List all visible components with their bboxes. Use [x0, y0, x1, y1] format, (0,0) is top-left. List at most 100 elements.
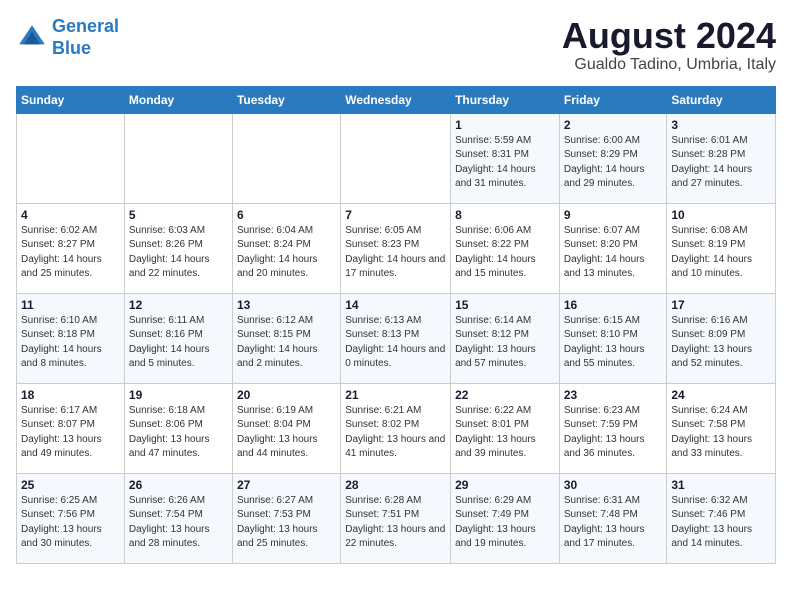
weekday-header-thursday: Thursday [451, 86, 560, 113]
title-block: August 2024 Gualdo Tadino, Umbria, Italy [562, 16, 776, 74]
calendar-cell: 14 Sunrise: 6:13 AM Sunset: 8:13 PM Dayli… [341, 293, 451, 383]
day-number: 23 [564, 388, 663, 402]
logo: General Blue [16, 16, 119, 59]
day-info: Sunrise: 6:25 AM Sunset: 7:56 PM Dayligh… [21, 494, 120, 552]
day-number: 2 [564, 118, 663, 132]
day-number: 15 [455, 298, 555, 312]
calendar-week-row: 18Sunrise: 6:17 AM Sunset: 8:07 PM Dayli… [17, 383, 776, 473]
day-number: 31 [671, 478, 771, 492]
calendar-cell [232, 113, 340, 203]
day-number: 27 [237, 478, 336, 492]
day-number: 14 [345, 298, 446, 312]
calendar-header: SundayMondayTuesdayWednesdayThursdayFrid… [17, 86, 776, 113]
calendar-cell: 3Sunrise: 6:01 AM Sunset: 8:28 PM Daylig… [667, 113, 776, 203]
day-info: Sunrise: 6:27 AM Sunset: 7:53 PM Dayligh… [237, 494, 336, 552]
day-info: Sunrise: 6:08 AM Sunset: 8:19 PM Dayligh… [671, 224, 771, 282]
day-number: 25 [21, 478, 120, 492]
calendar-cell: 17 Sunrise: 6:16 AM Sunset: 8:09 PM Dayli… [667, 293, 776, 383]
calendar-cell: 2Sunrise: 6:00 AM Sunset: 8:29 PM Daylig… [559, 113, 667, 203]
day-info: Sunrise: 6:15 AM Sunset: 8:10 PM Dayligh… [564, 314, 663, 372]
calendar-cell: 23Sunrise: 6:23 AM Sunset: 7:59 PM Dayli… [559, 383, 667, 473]
calendar-week-row: 25 Sunrise: 6:25 AM Sunset: 7:56 PM Dayli… [17, 473, 776, 563]
day-info: Sunrise: 6:32 AM Sunset: 7:46 PM Dayligh… [671, 494, 771, 552]
day-number: 30 [564, 478, 663, 492]
calendar-cell: 8 Sunrise: 6:06 AM Sunset: 8:22 PM Daylig… [451, 203, 560, 293]
calendar-cell: 30 Sunrise: 6:31 AM Sunset: 7:48 PM Dayli… [559, 473, 667, 563]
day-info: Sunrise: 6:16 AM Sunset: 8:09 PM Dayligh… [671, 314, 771, 372]
calendar-cell: 21Sunrise: 6:21 AM Sunset: 8:02 PM Dayli… [341, 383, 451, 473]
day-number: 1 [455, 118, 555, 132]
day-info: Sunrise: 6:26 AM Sunset: 7:54 PM Dayligh… [129, 494, 228, 552]
day-info: Sunrise: 6:29 AM Sunset: 7:49 PM Dayligh… [455, 494, 555, 552]
month-year-title: August 2024 [562, 16, 776, 56]
day-info: Sunrise: 5:59 AM Sunset: 8:31 PM Dayligh… [455, 134, 555, 192]
day-number: 4 [21, 208, 120, 222]
calendar-cell: 31 Sunrise: 6:32 AM Sunset: 7:46 PM Dayli… [667, 473, 776, 563]
weekday-header-monday: Monday [124, 86, 232, 113]
day-number: 9 [564, 208, 663, 222]
weekday-header-tuesday: Tuesday [232, 86, 340, 113]
weekday-header-saturday: Saturday [667, 86, 776, 113]
day-number: 21 [345, 388, 446, 402]
calendar-cell: 29Sunrise: 6:29 AM Sunset: 7:49 PM Dayli… [451, 473, 560, 563]
weekday-header-friday: Friday [559, 86, 667, 113]
day-number: 28 [345, 478, 446, 492]
day-info: Sunrise: 6:28 AM Sunset: 7:51 PM Dayligh… [345, 494, 446, 552]
day-number: 22 [455, 388, 555, 402]
calendar-cell: 12Sunrise: 6:11 AM Sunset: 8:16 PM Dayli… [124, 293, 232, 383]
calendar-cell: 25 Sunrise: 6:25 AM Sunset: 7:56 PM Dayli… [17, 473, 125, 563]
calendar-cell: 26 Sunrise: 6:26 AM Sunset: 7:54 PM Dayli… [124, 473, 232, 563]
day-info: Sunrise: 6:24 AM Sunset: 7:58 PM Dayligh… [671, 404, 771, 462]
calendar-cell: 6Sunrise: 6:04 AM Sunset: 8:24 PM Daylig… [232, 203, 340, 293]
calendar-cell: 27 Sunrise: 6:27 AM Sunset: 7:53 PM Dayli… [232, 473, 340, 563]
day-info: Sunrise: 6:18 AM Sunset: 8:06 PM Dayligh… [129, 404, 228, 462]
day-number: 13 [237, 298, 336, 312]
day-number: 17 [671, 298, 771, 312]
calendar-cell: 13 Sunrise: 6:12 AM Sunset: 8:15 PM Dayli… [232, 293, 340, 383]
day-info: Sunrise: 6:03 AM Sunset: 8:26 PM Dayligh… [129, 224, 228, 282]
logo-line1: General [52, 16, 119, 36]
calendar-cell: 19Sunrise: 6:18 AM Sunset: 8:06 PM Dayli… [124, 383, 232, 473]
calendar-cell: 15 Sunrise: 6:14 AM Sunset: 8:12 PM Dayli… [451, 293, 560, 383]
day-number: 7 [345, 208, 446, 222]
page-header: General Blue August 2024 Gualdo Tadino, … [16, 16, 776, 74]
day-number: 26 [129, 478, 228, 492]
day-number: 16 [564, 298, 663, 312]
day-info: Sunrise: 6:05 AM Sunset: 8:23 PM Dayligh… [345, 224, 446, 282]
calendar-cell [17, 113, 125, 203]
calendar-body: 1 Sunrise: 5:59 AM Sunset: 8:31 PM Daylig… [17, 113, 776, 563]
day-number: 10 [671, 208, 771, 222]
day-info: Sunrise: 6:11 AM Sunset: 8:16 PM Dayligh… [129, 314, 228, 372]
calendar-cell: 10 Sunrise: 6:08 AM Sunset: 8:19 PM Dayli… [667, 203, 776, 293]
calendar-cell: 16 Sunrise: 6:15 AM Sunset: 8:10 PM Dayli… [559, 293, 667, 383]
day-info: Sunrise: 6:10 AM Sunset: 8:18 PM Dayligh… [21, 314, 120, 372]
day-info: Sunrise: 6:07 AM Sunset: 8:20 PM Dayligh… [564, 224, 663, 282]
weekday-header-wednesday: Wednesday [341, 86, 451, 113]
calendar-cell: 20Sunrise: 6:19 AM Sunset: 8:04 PM Dayli… [232, 383, 340, 473]
calendar-week-row: 4 Sunrise: 6:02 AM Sunset: 8:27 PM Daylig… [17, 203, 776, 293]
day-number: 18 [21, 388, 120, 402]
day-info: Sunrise: 6:12 AM Sunset: 8:15 PM Dayligh… [237, 314, 336, 372]
day-number: 5 [129, 208, 228, 222]
day-number: 6 [237, 208, 336, 222]
logo-line2: Blue [52, 38, 91, 58]
day-number: 8 [455, 208, 555, 222]
day-info: Sunrise: 6:13 AM Sunset: 8:13 PM Dayligh… [345, 314, 446, 372]
day-info: Sunrise: 6:02 AM Sunset: 8:27 PM Dayligh… [21, 224, 120, 282]
day-info: Sunrise: 6:31 AM Sunset: 7:48 PM Dayligh… [564, 494, 663, 552]
calendar-table: SundayMondayTuesdayWednesdayThursdayFrid… [16, 86, 776, 564]
day-info: Sunrise: 6:14 AM Sunset: 8:12 PM Dayligh… [455, 314, 555, 372]
day-info: Sunrise: 6:19 AM Sunset: 8:04 PM Dayligh… [237, 404, 336, 462]
calendar-cell: 11 Sunrise: 6:10 AM Sunset: 8:18 PM Dayli… [17, 293, 125, 383]
weekday-header-sunday: Sunday [17, 86, 125, 113]
calendar-cell: 22Sunrise: 6:22 AM Sunset: 8:01 PM Dayli… [451, 383, 560, 473]
weekday-header-row: SundayMondayTuesdayWednesdayThursdayFrid… [17, 86, 776, 113]
calendar-cell [341, 113, 451, 203]
calendar-cell: 28 Sunrise: 6:28 AM Sunset: 7:51 PM Dayli… [341, 473, 451, 563]
day-info: Sunrise: 6:06 AM Sunset: 8:22 PM Dayligh… [455, 224, 555, 282]
day-number: 11 [21, 298, 120, 312]
calendar-cell: 7 Sunrise: 6:05 AM Sunset: 8:23 PM Daylig… [341, 203, 451, 293]
calendar-cell: 5 Sunrise: 6:03 AM Sunset: 8:26 PM Daylig… [124, 203, 232, 293]
calendar-cell: 18Sunrise: 6:17 AM Sunset: 8:07 PM Dayli… [17, 383, 125, 473]
calendar-cell [124, 113, 232, 203]
